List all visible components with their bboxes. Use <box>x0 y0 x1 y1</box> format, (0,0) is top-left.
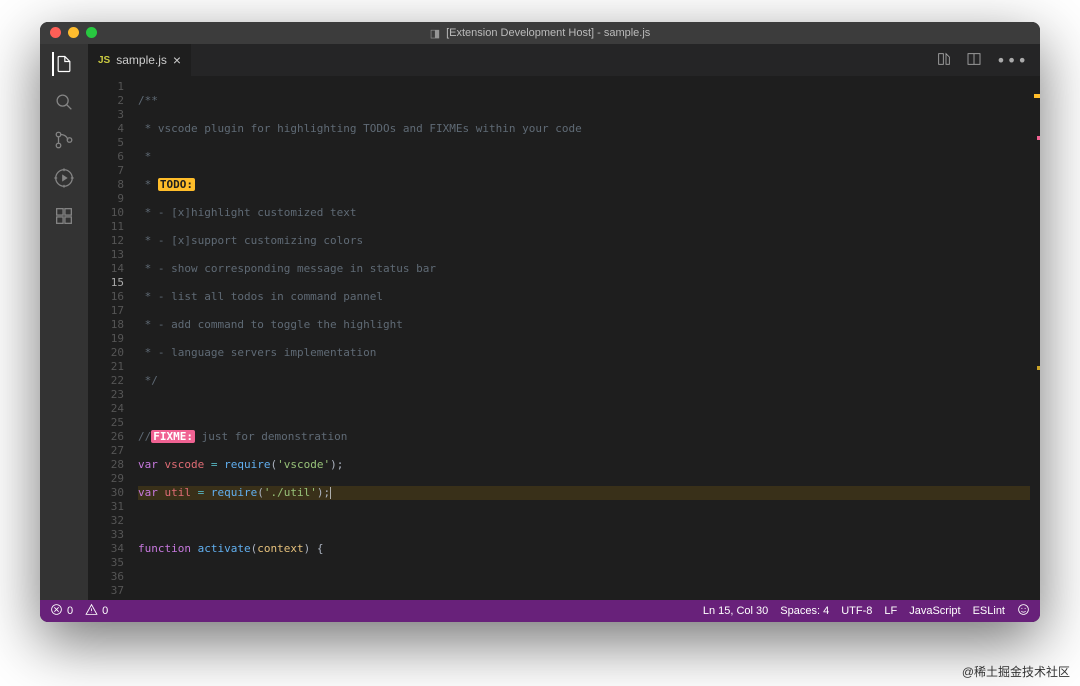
status-bar: 0 0 Ln 15, Col 30 Spaces: 4 UTF-8 LF Jav… <box>40 600 1040 622</box>
js-file-icon: JS <box>98 55 110 66</box>
todo-highlight: TODO: <box>158 178 195 191</box>
status-language[interactable]: JavaScript <box>909 605 960 617</box>
open-changes-icon[interactable] <box>936 51 952 70</box>
extensions-icon[interactable] <box>52 204 76 228</box>
status-eol[interactable]: LF <box>884 605 897 617</box>
overview-marker-warn <box>1037 366 1040 370</box>
text-cursor <box>330 487 331 499</box>
status-warnings[interactable]: 0 <box>85 603 108 619</box>
debug-icon[interactable] <box>52 166 76 190</box>
vscode-titlebar-icon: ◨ <box>430 27 440 40</box>
macos-titlebar: ◨ [Extension Development Host] - sample.… <box>40 22 1040 44</box>
code-content: /** * vscode plugin for highlighting TOD… <box>138 76 1030 600</box>
minimize-window-button[interactable] <box>68 27 79 38</box>
overview-ruler[interactable] <box>1030 76 1040 600</box>
status-ln-col[interactable]: Ln 15, Col 30 <box>703 605 768 617</box>
warning-icon <box>85 603 98 619</box>
editor-actions: ••• <box>936 44 1040 76</box>
status-spaces[interactable]: Spaces: 4 <box>780 605 829 617</box>
status-feedback-icon[interactable] <box>1017 603 1030 619</box>
close-window-button[interactable] <box>50 27 61 38</box>
split-editor-icon[interactable] <box>966 51 982 70</box>
window-title: [Extension Development Host] - sample.js <box>446 27 650 39</box>
traffic-lights <box>50 27 97 38</box>
status-errors[interactable]: 0 <box>50 603 73 619</box>
tab-sample-js[interactable]: JS sample.js × <box>88 44 192 76</box>
tabs-bar: JS sample.js × ••• <box>88 44 1040 76</box>
source-control-icon[interactable] <box>52 128 76 152</box>
fixme-highlight: FIXME: <box>151 430 195 443</box>
line-number-gutter: 1234567891011121314151617181920212223242… <box>88 76 138 600</box>
watermark-text: @稀土掘金技术社区 <box>962 663 1070 680</box>
error-icon <box>50 603 63 619</box>
status-encoding[interactable]: UTF-8 <box>841 605 872 617</box>
tab-close-button[interactable]: × <box>173 53 181 67</box>
tab-filename: sample.js <box>116 53 167 67</box>
maximize-window-button[interactable] <box>86 27 97 38</box>
explorer-icon[interactable] <box>52 52 76 76</box>
search-icon[interactable] <box>52 90 76 114</box>
activity-bar <box>40 44 88 600</box>
overview-marker-todo <box>1034 94 1040 98</box>
app-window: ◨ [Extension Development Host] - sample.… <box>40 22 1040 622</box>
more-actions-icon[interactable]: ••• <box>996 51 1028 70</box>
overview-marker-fixme <box>1037 136 1040 140</box>
code-editor[interactable]: 1234567891011121314151617181920212223242… <box>88 76 1040 600</box>
status-eslint[interactable]: ESLint <box>973 605 1005 617</box>
